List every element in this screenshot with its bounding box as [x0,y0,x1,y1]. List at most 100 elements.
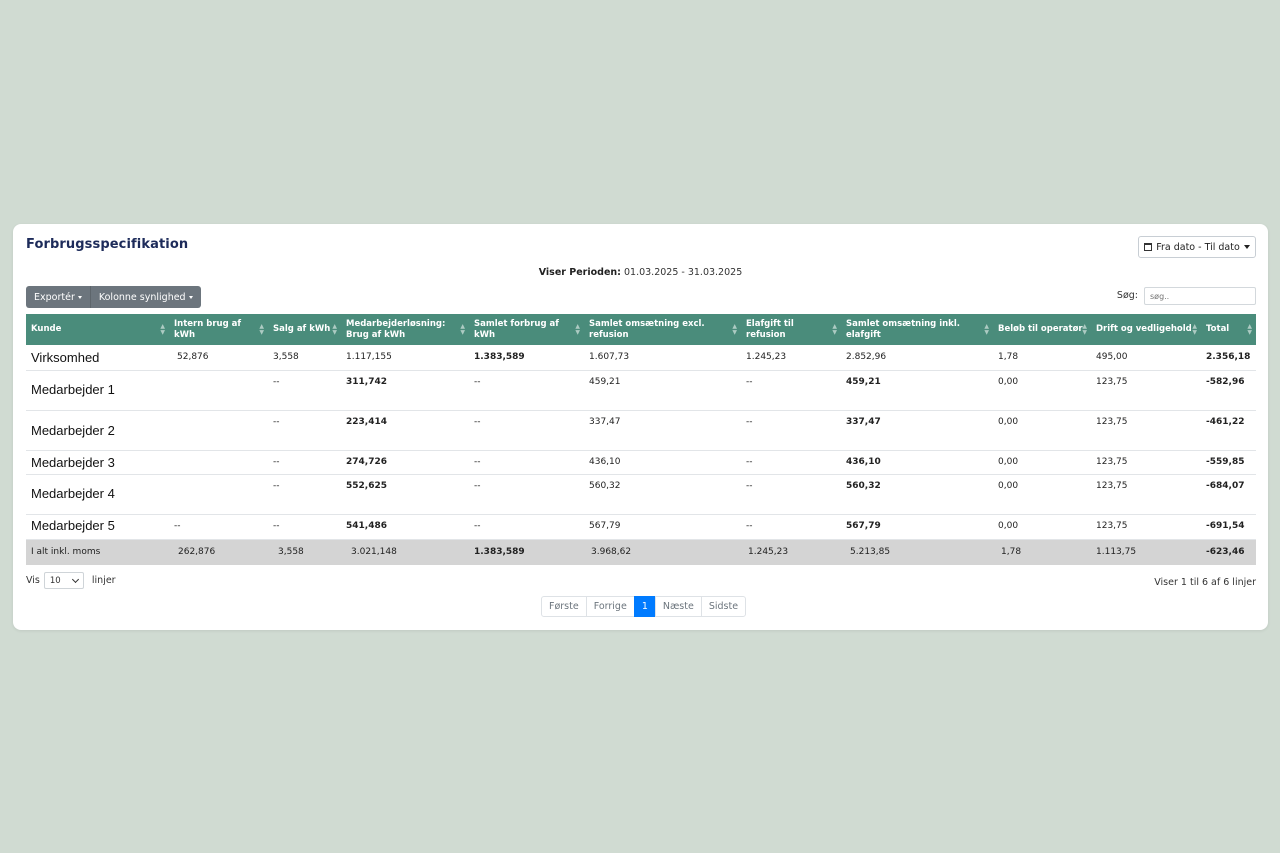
table-cell: 1.117,155 [341,345,469,371]
table-cell [169,474,268,515]
table-header-row: Kunde ▲ ▼ Intern brug af kWh ▲ ▼ Salg af kWh… [26,314,1256,345]
first-page-button[interactable]: Første [541,596,587,617]
column-header[interactable]: Medarbejderløsning: Brug af kWh ▲ ▼ [341,314,469,345]
table-cell: -582,96 [1201,370,1256,411]
page-length-select[interactable]: 10 [43,572,84,589]
table-cell: 459,21 [584,370,741,411]
table-cell: -- [469,514,584,540]
totals-label: I alt inkl. moms [26,539,169,565]
column-header[interactable]: Elafgift til refusion ▲ ▼ [741,314,841,345]
date-range-button[interactable]: Fra dato - Til dato [1138,236,1256,258]
sort-icon: ▲ ▼ [160,322,165,336]
page-1-button[interactable]: 1 [633,596,656,617]
column-header[interactable]: Salg af kWh ▲ ▼ [268,314,341,345]
column-header[interactable]: Kunde ▲ ▼ [26,314,169,345]
table-cell: 2.852,96 [841,345,993,371]
next-page-button[interactable]: Næste [654,596,702,617]
table-cell: -- [268,514,341,540]
table-cell: Virksomhed [26,345,169,371]
caret-down-icon [188,295,193,299]
column-header[interactable]: Total ▲ ▼ [1201,314,1256,345]
table-cell: 1,78 [993,539,1091,565]
table-cell: 223,414 [341,410,469,451]
table-cell: 436,10 [584,450,741,475]
table-cell [169,450,268,475]
table-cell: 3,558 [268,539,341,565]
table-cell: Medarbejder 1 [26,370,169,411]
previous-page-button[interactable]: Forrige [585,596,635,617]
period-info: Viser Perioden: 01.03.2025 - 31.03.2025 [13,267,1268,278]
table-cell: 0,00 [993,410,1091,451]
table-cell: -- [741,514,841,540]
table-cell: 0,00 [993,474,1091,515]
table-cell: 3,558 [268,345,341,371]
column-header[interactable]: Samlet omsætning inkl. elafgift ▲ ▼ [841,314,993,345]
sort-icon: ▲ ▼ [984,322,989,336]
table-cell: -- [268,370,341,411]
column-header[interactable]: Beløb til operatør ▲ ▼ [993,314,1091,345]
table-cell: 0,00 [993,370,1091,411]
table-row: Medarbejder 4 -- 552,625 -- 560,32 -- 56… [26,474,1256,515]
table-cell: 436,10 [841,450,993,475]
table-cell: 337,47 [841,410,993,451]
table-cell: 2.356,18 [1201,345,1256,371]
consumption-card: Forbrugsspecifikation Fra dato - Til dat… [13,224,1268,630]
table-cell: 5.213,85 [841,539,993,565]
toolbar-button-group: Exportér Kolonne synlighed [26,286,201,308]
table-cell: 123,75 [1091,450,1201,475]
table-cell [169,370,268,411]
table-cell: Medarbejder 2 [26,410,169,451]
table-cell: -559,85 [1201,450,1256,475]
table-cell: 0,00 [993,450,1091,475]
table-row: Medarbejder 5 -- -- 541,486 -- 567,79 --… [26,514,1256,540]
column-header[interactable]: Intern brug af kWh ▲ ▼ [169,314,268,345]
table-cell: 52,876 [169,345,268,371]
table-cell: 567,79 [584,514,741,540]
table-cell: -623,46 [1201,539,1256,565]
table-cell: 311,742 [341,370,469,411]
sort-icon: ▲ ▼ [259,322,264,336]
table-cell: 560,32 [584,474,741,515]
table-cell: Medarbejder 5 [26,514,169,540]
show-label: Vis [26,575,40,586]
column-visibility-label: Kolonne synlighed [98,291,186,303]
column-header[interactable]: Samlet forbrug af kWh ▲ ▼ [469,314,584,345]
table-cell: -- [169,514,268,540]
table-cell: 337,47 [584,410,741,451]
page-length-value: 10 [49,575,61,586]
table-cell: -- [469,450,584,475]
last-page-button[interactable]: Sidste [700,596,747,617]
page-title: Forbrugsspecifikation [26,237,189,252]
table-cell: 1,78 [993,345,1091,371]
sort-icon: ▲ ▼ [575,322,580,336]
table-cell: 123,75 [1091,474,1201,515]
table-cell: 1.245,23 [741,539,841,565]
column-header[interactable]: Samlet omsætning excl. refusion ▲ ▼ [584,314,741,345]
column-visibility-button[interactable]: Kolonne synlighed [89,286,201,308]
table-cell: -461,22 [1201,410,1256,451]
table-cell: 262,876 [169,539,268,565]
table-cell: -- [268,450,341,475]
export-button[interactable]: Exportér [26,286,90,308]
search-label: Søg: [1116,290,1138,301]
sort-icon: ▲ ▼ [1192,322,1197,336]
chevron-down-icon [71,575,79,584]
caret-down-icon [1243,245,1250,249]
table-cell: -684,07 [1201,474,1256,515]
sort-icon: ▲ ▼ [1082,322,1087,336]
export-label: Exportér [34,291,75,303]
table-cell: 541,486 [341,514,469,540]
period-label: Viser Perioden: [538,267,621,278]
table-cell: -- [741,370,841,411]
table-cell: 560,32 [841,474,993,515]
table-row: Medarbejder 1 -- 311,742 -- 459,21 -- 45… [26,370,1256,411]
table-cell: -691,54 [1201,514,1256,540]
column-header[interactable]: Drift og vedligehold ▲ ▼ [1091,314,1201,345]
sort-icon: ▲ ▼ [832,322,837,336]
table-cell: 123,75 [1091,514,1201,540]
table-cell: -- [741,474,841,515]
search-input[interactable] [1144,287,1256,305]
table-cell: 3.021,148 [341,539,469,565]
table-cell: -- [268,410,341,451]
lines-label: linjer [91,575,116,586]
